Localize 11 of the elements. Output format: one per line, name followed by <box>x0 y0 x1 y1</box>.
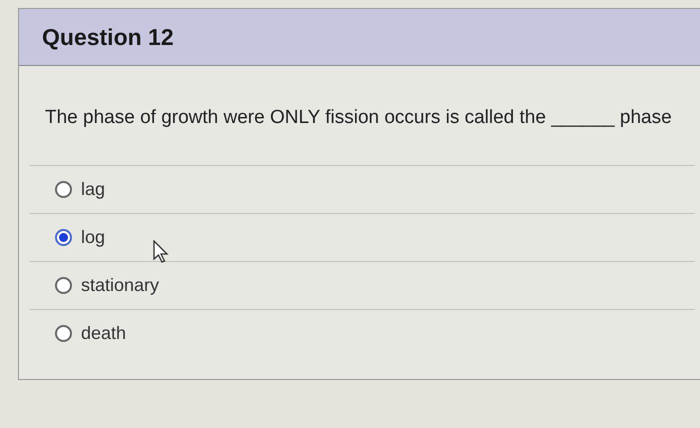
answer-option[interactable]: log <box>55 224 106 250</box>
radio-button[interactable] <box>55 276 72 294</box>
radio-button[interactable] <box>55 180 72 198</box>
answer-option[interactable]: lag <box>55 176 106 202</box>
question-text: The phase of growth were ONLY fission occurs is called the ______ phase <box>45 107 672 128</box>
question-title: Question 12 <box>42 22 174 52</box>
answer-option[interactable]: stationary <box>55 272 160 298</box>
radio-button[interactable] <box>55 228 72 246</box>
answer-option[interactable]: death <box>55 320 126 346</box>
radio-button[interactable] <box>55 324 72 342</box>
mouse-pointer-icon <box>153 240 170 264</box>
